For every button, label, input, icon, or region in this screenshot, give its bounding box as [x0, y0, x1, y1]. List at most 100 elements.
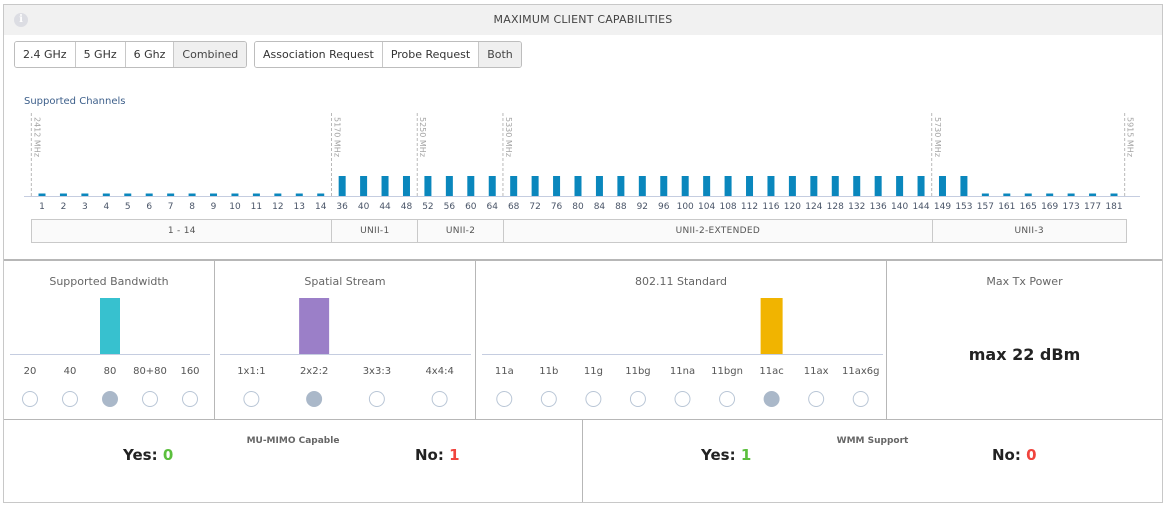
band-5-ghz-button[interactable]: 5 GHz	[75, 42, 126, 67]
standard-label-11na: 11na	[670, 366, 695, 377]
channel-bar-80	[574, 176, 582, 196]
channel-bar-52	[424, 176, 432, 196]
spatial-stream-label-2x2-2: 2x2:2	[300, 366, 328, 377]
standard-radio-11ax6g[interactable]	[852, 391, 869, 407]
standard-label-11bgn: 11bgn	[711, 366, 743, 377]
channel-label-10: 10	[229, 202, 241, 212]
band-unii-1: UNII-1	[332, 220, 419, 242]
request-probe-request-button[interactable]: Probe Request	[382, 42, 480, 67]
mu-mimo-no-value: 1	[449, 446, 460, 464]
standard-radio-11ax[interactable]	[808, 391, 825, 407]
wmm-box: WMM Support Yes: 1 No: 0	[583, 420, 1162, 502]
standard-radio-11na[interactable]	[674, 391, 691, 407]
standard-label-11g: 11g	[584, 366, 603, 377]
channel-label-104: 104	[698, 202, 715, 212]
channel-bar-11	[252, 193, 260, 196]
channel-bar-100	[681, 176, 689, 196]
channel-bar-12	[274, 193, 282, 196]
wmm-no: No: 0	[992, 446, 1037, 464]
channel-label-157: 157	[977, 202, 994, 212]
channel-label-161: 161	[998, 202, 1015, 212]
channel-label-11: 11	[251, 202, 262, 212]
bandwidth-box: Supported Bandwidth 20 40 80 80+80 160	[4, 261, 215, 419]
bandwidth-label-20: 20	[24, 366, 37, 377]
channel-label-181: 181	[1105, 202, 1122, 212]
channel-label-60: 60	[465, 202, 477, 212]
channel-bar-165	[1024, 193, 1032, 196]
channel-label-144: 144	[912, 202, 929, 212]
tx-power-value: max 22 dBm	[968, 345, 1081, 364]
frequency-label-2412-mhz: 2412 MHz	[32, 117, 41, 157]
channel-label-100: 100	[677, 202, 694, 212]
channel-bar-40	[360, 176, 368, 196]
standard-bar-11ac	[760, 298, 783, 354]
spatial-stream-radio-3x3-3[interactable]	[368, 391, 385, 407]
channel-bar-124	[810, 176, 818, 196]
band-combined-button[interactable]: Combined	[174, 42, 247, 67]
boolean-stats-row: MU-MIMO Capable Yes: 0 No: 1 WMM Support…	[4, 419, 1162, 502]
channel-bar-56	[445, 176, 453, 196]
band-2-4-ghz-button[interactable]: 2.4 GHz	[15, 42, 76, 67]
spatial-stream-chart: 1x1:1 2x2:2 3x3:3 4x4:4	[220, 298, 471, 407]
channel-label-44: 44	[379, 202, 391, 212]
channel-label-40: 40	[358, 202, 370, 212]
wmm-title: WMM Support	[836, 436, 909, 446]
channel-label-84: 84	[594, 202, 606, 212]
bandwidth-radio-40[interactable]	[62, 391, 78, 407]
channel-bar-5	[124, 193, 132, 196]
standard-radio-11bgn[interactable]	[719, 391, 736, 407]
standard-radio-11ac[interactable]	[763, 391, 780, 407]
channel-label-7: 7	[168, 202, 174, 212]
channel-bar-120	[788, 176, 796, 196]
wmm-yes-label: Yes:	[701, 446, 736, 464]
spatial-stream-bar-2x2-2	[299, 298, 330, 354]
channel-bar-6	[145, 193, 153, 196]
standard-box: 802.11 Standard 11a 11b 11g 11bg 11na 11bgn 11…	[476, 261, 887, 419]
channel-bar-2	[59, 193, 67, 196]
mu-mimo-no-label: No:	[415, 446, 444, 464]
channel-bar-153	[960, 176, 968, 196]
mu-mimo-no: No: 1	[415, 446, 460, 464]
channel-bar-136	[874, 176, 882, 196]
spatial-stream-radio-1x1-1[interactable]	[243, 391, 260, 407]
bandwidth-label-160: 160	[180, 366, 199, 377]
standard-radio-11a[interactable]	[496, 391, 513, 407]
request-both-button[interactable]: Both	[479, 42, 521, 67]
wmm-no-value: 0	[1026, 446, 1037, 464]
channel-bar-3	[81, 193, 89, 196]
band-6-ghz-button[interactable]: 6 Ghz	[125, 42, 175, 67]
channel-bar-140	[896, 176, 904, 196]
channel-bar-96	[660, 176, 668, 196]
tx-power-title: Max Tx Power	[986, 275, 1063, 288]
channel-bar-1	[38, 193, 46, 196]
frequency-label-5915-mhz: 5915 MHz	[1126, 117, 1135, 157]
standard-radio-11b[interactable]	[540, 391, 557, 407]
standard-label-11b: 11b	[539, 366, 558, 377]
channel-bar-116	[767, 176, 775, 196]
bandwidth-label-40: 40	[64, 366, 77, 377]
channel-bar-181	[1110, 193, 1118, 196]
channel-bar-88	[617, 176, 625, 196]
bandwidth-label-80: 80	[104, 366, 117, 377]
channel-bar-112	[746, 176, 754, 196]
panel-title: MAXIMUM CLIENT CAPABILITIES	[493, 13, 673, 26]
channel-band-row: 1 - 14 UNII-1 UNII-2 UNII-2-EXTENDED UNII-3	[31, 219, 1127, 243]
bandwidth-radio-80-80[interactable]	[142, 391, 158, 407]
channel-label-136: 136	[870, 202, 887, 212]
request-association-request-button[interactable]: Association Request	[255, 42, 383, 67]
spatial-stream-radio-4x4-4[interactable]	[431, 391, 448, 407]
bandwidth-radio-80[interactable]	[102, 391, 118, 407]
channel-bar-8	[188, 193, 196, 196]
channel-label-12: 12	[272, 202, 283, 212]
spatial-stream-radio-2x2-2[interactable]	[306, 391, 323, 407]
spatial-stream-label-4x4-4: 4x4:4	[425, 366, 453, 377]
bandwidth-radio-160[interactable]	[182, 391, 198, 407]
spatial-stream-label-3x3-3: 3x3:3	[363, 366, 391, 377]
bandwidth-bar-80	[100, 298, 120, 354]
standard-radio-11bg[interactable]	[629, 391, 646, 407]
standard-label-11ac: 11ac	[759, 366, 783, 377]
bandwidth-radio-20[interactable]	[22, 391, 38, 407]
channel-label-76: 76	[551, 202, 563, 212]
standard-radio-11g[interactable]	[585, 391, 602, 407]
mu-mimo-title: MU-MIMO Capable	[246, 436, 340, 446]
